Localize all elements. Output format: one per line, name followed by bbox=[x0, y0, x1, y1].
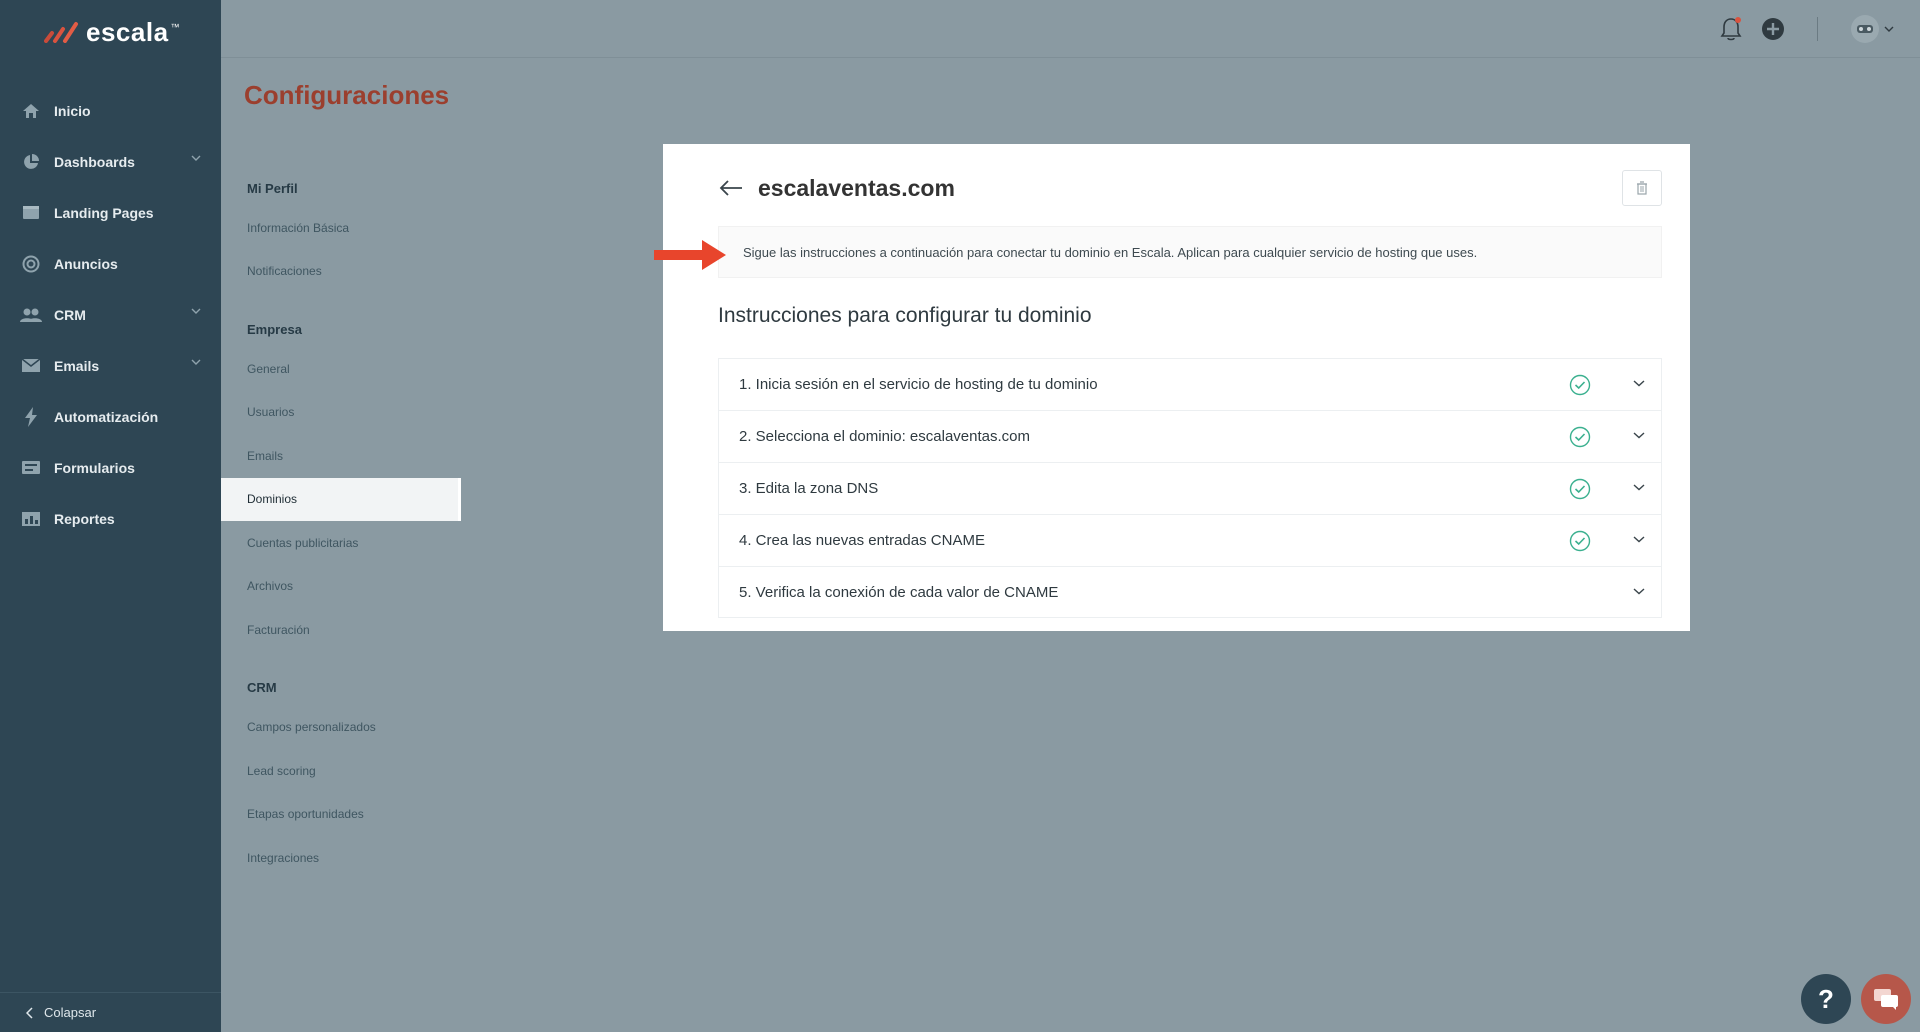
settings-item-informacion-basica[interactable]: Información Básica bbox=[221, 206, 461, 250]
step-label: 3. Edita la zona DNS bbox=[739, 480, 879, 497]
chat-icon bbox=[1874, 989, 1898, 1010]
sidebar-item-label: Inicio bbox=[54, 102, 91, 119]
avatar bbox=[1851, 15, 1879, 43]
sidebar-item-automatizacion[interactable]: Automatización bbox=[0, 391, 221, 442]
chevron-down-icon bbox=[191, 359, 201, 365]
sidebar-item-label: Formularios bbox=[54, 459, 135, 476]
chevron-down-icon bbox=[191, 308, 201, 314]
page-title: Configuraciones bbox=[244, 80, 450, 110]
step-label: 1. Inicia sesión en el servicio de hosti… bbox=[739, 376, 1098, 393]
sidebar-item-formularios[interactable]: Formularios bbox=[0, 442, 221, 493]
settings-item-emails[interactable]: Emails bbox=[221, 434, 461, 478]
sidebar-item-anuncios[interactable]: Anuncios bbox=[0, 238, 221, 289]
topbar-divider bbox=[1817, 17, 1818, 41]
domain-card: escalaventas.com Sigue las instrucciones… bbox=[663, 144, 1690, 631]
sidebar-item-label: Emails bbox=[54, 357, 100, 374]
annotation-arrow-icon bbox=[654, 240, 726, 270]
chevron-down-icon bbox=[1633, 432, 1645, 439]
check-circle-icon bbox=[1569, 478, 1591, 500]
settings-group-mi-perfil: Mi Perfil bbox=[247, 180, 298, 196]
collapse-label: Colapsar bbox=[44, 1005, 97, 1020]
settings-item-lead-scoring[interactable]: Lead scoring bbox=[221, 749, 461, 793]
notifications-bell-icon[interactable] bbox=[1719, 16, 1743, 42]
home-icon bbox=[20, 102, 42, 120]
settings-group-crm: CRM bbox=[247, 680, 277, 695]
sidebar-item-label: Dashboards bbox=[54, 153, 135, 170]
check-circle-icon bbox=[1569, 426, 1591, 448]
trash-icon bbox=[1637, 181, 1647, 195]
settings-item-general[interactable]: General bbox=[221, 347, 461, 391]
top-bar bbox=[221, 0, 1920, 58]
chevron-down-icon bbox=[1633, 380, 1645, 387]
folder-icon bbox=[20, 204, 42, 222]
settings-item-facturacion[interactable]: Facturación bbox=[221, 608, 461, 652]
check-circle-icon bbox=[1569, 374, 1591, 396]
sidebar-item-label: CRM bbox=[54, 306, 86, 323]
step-item[interactable]: 5. Verifica la conexión de cada valor de… bbox=[718, 566, 1662, 618]
sidebar-nav: Inicio Dashboards Landing Pages Anuncios… bbox=[0, 85, 221, 544]
chevron-down-icon bbox=[1633, 536, 1645, 543]
sidebar-item-emails[interactable]: Emails bbox=[0, 340, 221, 391]
settings-item-campos-personalizados[interactable]: Campos personalizados bbox=[221, 706, 461, 750]
sidebar-item-landing-pages[interactable]: Landing Pages bbox=[0, 187, 221, 238]
form-icon bbox=[20, 459, 42, 477]
logo-tm: ™ bbox=[170, 22, 180, 32]
settings-item-integraciones[interactable]: Integraciones bbox=[221, 836, 461, 880]
step-item[interactable]: 1. Inicia sesión en el servicio de hosti… bbox=[718, 358, 1662, 410]
collapse-sidebar-button[interactable]: Colapsar bbox=[0, 992, 221, 1032]
delete-domain-button[interactable] bbox=[1622, 170, 1662, 206]
settings-item-notificaciones[interactable]: Notificaciones bbox=[221, 250, 461, 294]
logo[interactable]: escala ™ bbox=[44, 14, 180, 50]
sidebar: escala ™ Inicio Dashboards Landing Pages… bbox=[0, 0, 221, 1032]
add-icon[interactable] bbox=[1761, 17, 1785, 41]
target-icon bbox=[20, 255, 42, 273]
logo-text: escala bbox=[86, 16, 169, 47]
top-bar-actions bbox=[1719, 14, 1894, 44]
help-button[interactable]: ? bbox=[1801, 974, 1851, 1024]
settings-menu: Mi Perfil Información Básica Notificacio… bbox=[221, 170, 461, 880]
step-label: 2. Selecciona el dominio: escalaventas.c… bbox=[739, 428, 1030, 445]
sidebar-item-label: Anuncios bbox=[54, 255, 118, 272]
step-label: 4. Crea las nuevas entradas CNAME bbox=[739, 532, 985, 549]
chevron-down-icon bbox=[191, 155, 201, 161]
report-icon bbox=[20, 510, 42, 528]
settings-item-etapas-oportunidades[interactable]: Etapas oportunidades bbox=[221, 793, 461, 837]
settings-item-dominios[interactable]: Dominios bbox=[221, 477, 461, 521]
steps-list: 1. Inicia sesión en el servicio de hosti… bbox=[718, 358, 1662, 618]
instructions-notice: Sigue las instrucciones a continuación p… bbox=[718, 226, 1662, 278]
instructions-title: Instrucciones para configurar tu dominio bbox=[718, 304, 1092, 327]
domain-name: escalaventas.com bbox=[758, 174, 955, 201]
logo-bars-icon bbox=[44, 22, 78, 43]
settings-group-empresa: Empresa bbox=[247, 321, 302, 337]
sidebar-item-crm[interactable]: CRM bbox=[0, 289, 221, 340]
chevron-down-icon bbox=[1633, 588, 1645, 595]
step-item[interactable]: 3. Edita la zona DNS bbox=[718, 462, 1662, 514]
sidebar-item-inicio[interactable]: Inicio bbox=[0, 85, 221, 136]
bolt-icon bbox=[20, 406, 42, 427]
back-arrow-icon[interactable] bbox=[718, 174, 746, 202]
check-circle-icon bbox=[1569, 530, 1591, 552]
step-item[interactable]: 2. Selecciona el dominio: escalaventas.c… bbox=[718, 410, 1662, 462]
chevron-down-icon bbox=[1633, 484, 1645, 491]
sidebar-item-dashboards[interactable]: Dashboards bbox=[0, 136, 221, 187]
sidebar-item-label: Landing Pages bbox=[54, 204, 154, 221]
users-icon bbox=[20, 306, 42, 324]
sidebar-item-label: Reportes bbox=[54, 510, 115, 527]
card-header: escalaventas.com bbox=[718, 168, 1662, 208]
chevron-down-icon bbox=[1884, 26, 1894, 32]
pie-chart-icon bbox=[20, 153, 42, 171]
step-item[interactable]: 4. Crea las nuevas entradas CNAME bbox=[718, 514, 1662, 566]
settings-item-usuarios[interactable]: Usuarios bbox=[221, 391, 461, 435]
settings-item-archivos[interactable]: Archivos bbox=[221, 565, 461, 609]
settings-item-cuentas-publicitarias[interactable]: Cuentas publicitarias bbox=[221, 521, 461, 565]
mail-icon bbox=[20, 357, 42, 375]
step-label: 5. Verifica la conexión de cada valor de… bbox=[739, 583, 1059, 601]
user-menu[interactable] bbox=[1850, 14, 1894, 44]
chevron-left-icon bbox=[26, 1006, 33, 1019]
sidebar-item-reportes[interactable]: Reportes bbox=[0, 493, 221, 544]
chat-button[interactable] bbox=[1861, 974, 1911, 1024]
sidebar-item-label: Automatización bbox=[54, 408, 159, 425]
